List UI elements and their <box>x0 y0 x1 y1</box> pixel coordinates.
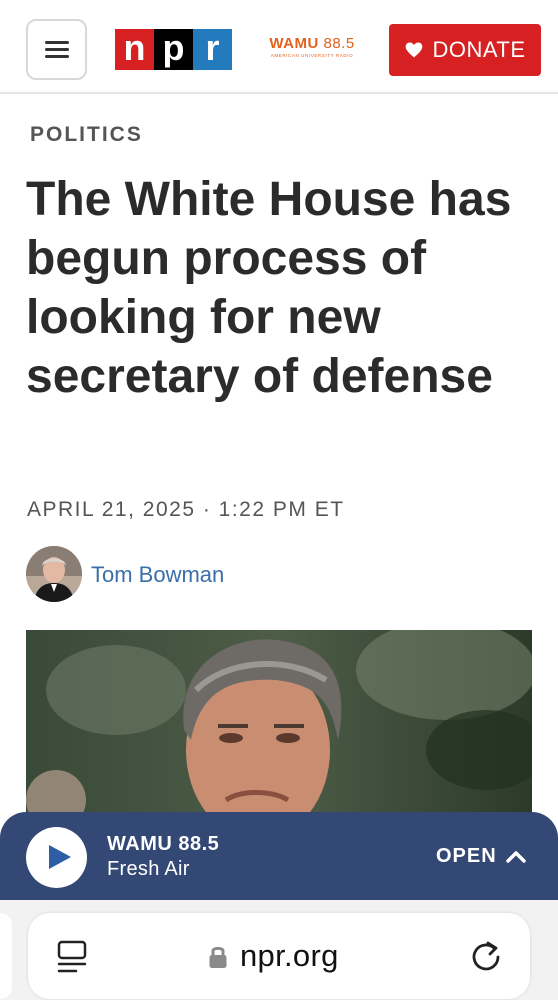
article-dateline: APRIL 21, 2025 · 1:22 PM ET <box>27 498 345 521</box>
wamu-logo-name: WAMU <box>269 35 319 52</box>
npr-logo[interactable]: n p r <box>115 29 232 70</box>
heart-icon <box>406 42 423 58</box>
player-station: WAMU 88.5 <box>107 833 220 855</box>
article-hero-image[interactable] <box>26 630 532 820</box>
logo-letter-n: n <box>115 29 154 70</box>
logo-letter-r: r <box>193 29 232 70</box>
player-show: Fresh Air <box>107 858 190 880</box>
chevron-up-icon <box>505 851 526 863</box>
donate-label: DONATE <box>432 37 526 62</box>
section-label[interactable]: POLITICS <box>30 123 143 147</box>
play-button[interactable] <box>26 827 87 888</box>
wamu-logo-freq: 88.5 <box>323 35 355 52</box>
menu-button[interactable] <box>26 19 87 80</box>
wamu-logo[interactable]: WAMU 88.5 AMERICAN UNIVERSITY RADIO <box>264 36 360 60</box>
reload-icon[interactable] <box>468 937 504 973</box>
player-open-button[interactable]: OPEN <box>436 842 527 870</box>
wamu-logo-tagline: AMERICAN UNIVERSITY RADIO <box>270 53 354 58</box>
hero-photo <box>26 630 532 820</box>
hamburger-icon <box>44 37 69 62</box>
browser-toolbar: npr.org <box>0 900 558 1000</box>
author-photo <box>26 546 82 602</box>
lock-icon <box>209 946 227 968</box>
previous-tab-edge[interactable] <box>0 913 12 999</box>
play-icon <box>49 845 71 869</box>
player-open-label: OPEN <box>436 844 497 867</box>
donate-button[interactable]: DONATE <box>389 24 541 76</box>
site-header: n p r WAMU 88.5 AMERICAN UNIVERSITY RADI… <box>0 0 558 94</box>
url-domain: npr.org <box>240 938 339 973</box>
address-bar[interactable]: npr.org <box>28 913 530 999</box>
author-link[interactable]: Tom Bowman <box>91 562 224 588</box>
audio-player-bar[interactable]: WAMU 88.5 Fresh Air OPEN <box>0 812 558 900</box>
article-headline: The White House has begun process of loo… <box>26 173 512 403</box>
author-avatar[interactable] <box>26 546 82 602</box>
page-menu-icon[interactable] <box>56 939 88 975</box>
logo-letter-p: p <box>154 29 193 70</box>
